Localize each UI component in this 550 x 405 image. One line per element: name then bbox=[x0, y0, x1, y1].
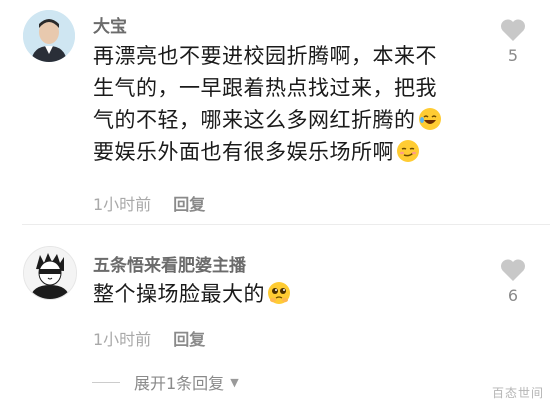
expand-replies-button[interactable]: 展开1条回复 ▼ bbox=[92, 370, 239, 394]
reply-button[interactable]: 回复 bbox=[173, 195, 205, 214]
comment-line: 再漂亮也不要进校园折腾啊，本来不 bbox=[93, 44, 437, 68]
expand-replies-label: 展开1条回复 bbox=[134, 374, 225, 393]
comment-line-text: 整个操场脸最大的 bbox=[93, 282, 265, 306]
comment-timestamp: 1小时前 bbox=[93, 330, 152, 349]
comment-username[interactable]: 五条悟来看肥婆主播 bbox=[93, 251, 246, 276]
like-count: 5 bbox=[507, 46, 519, 65]
comment-line: 生气的，一早跟着热点找过来，把我 bbox=[93, 76, 437, 100]
comment-text: 整个操场脸最大的 bbox=[93, 278, 483, 310]
like-count: 6 bbox=[507, 286, 519, 305]
comment-line-with-emoji: 要娱乐外面也有很多娱乐场所啊 bbox=[93, 136, 483, 168]
heart-icon bbox=[500, 19, 526, 41]
smirk-emoji-icon bbox=[397, 140, 419, 162]
comment-line-text: 要娱乐外面也有很多娱乐场所啊 bbox=[93, 140, 394, 164]
watermark: 百态世间 bbox=[491, 386, 544, 400]
expand-rule bbox=[92, 381, 120, 383]
pleading-emoji-icon bbox=[268, 282, 290, 304]
like-button[interactable]: 6 bbox=[497, 258, 529, 305]
avatar[interactable] bbox=[23, 10, 75, 62]
comment-line-with-emoji: 整个操场脸最大的 bbox=[93, 278, 483, 310]
avatar-image bbox=[24, 247, 76, 299]
divider bbox=[22, 224, 550, 225]
laughing-emoji-icon bbox=[418, 108, 441, 130]
comment-line-with-emoji: 气的不轻，哪来这么多网红折腾的 bbox=[93, 104, 483, 136]
comment-item: 大宝 再漂亮也不要进校园折腾啊，本来不 生气的，一早跟着热点找过来，把我 气的不… bbox=[0, 0, 550, 222]
comment-line-text: 气的不轻，哪来这么多网红折腾的 bbox=[93, 108, 416, 132]
chevron-down-icon: ▼ bbox=[230, 375, 239, 389]
avatar[interactable] bbox=[23, 246, 77, 300]
avatar-image bbox=[23, 10, 75, 62]
comment-meta: 1小时前 回复 bbox=[93, 191, 205, 215]
like-button[interactable]: 5 bbox=[497, 18, 529, 65]
comment-meta: 1小时前 回复 bbox=[93, 326, 205, 350]
reply-button[interactable]: 回复 bbox=[173, 330, 205, 349]
comment-item: 五条悟来看肥婆主播 整个操场脸最大的 1小时前 回复 6 bbox=[0, 228, 550, 358]
comment-username[interactable]: 大宝 bbox=[93, 12, 127, 37]
heart-icon bbox=[500, 259, 526, 281]
comment-timestamp: 1小时前 bbox=[93, 195, 152, 214]
comment-text: 再漂亮也不要进校园折腾啊，本来不 生气的，一早跟着热点找过来，把我 气的不轻，哪… bbox=[93, 40, 483, 168]
